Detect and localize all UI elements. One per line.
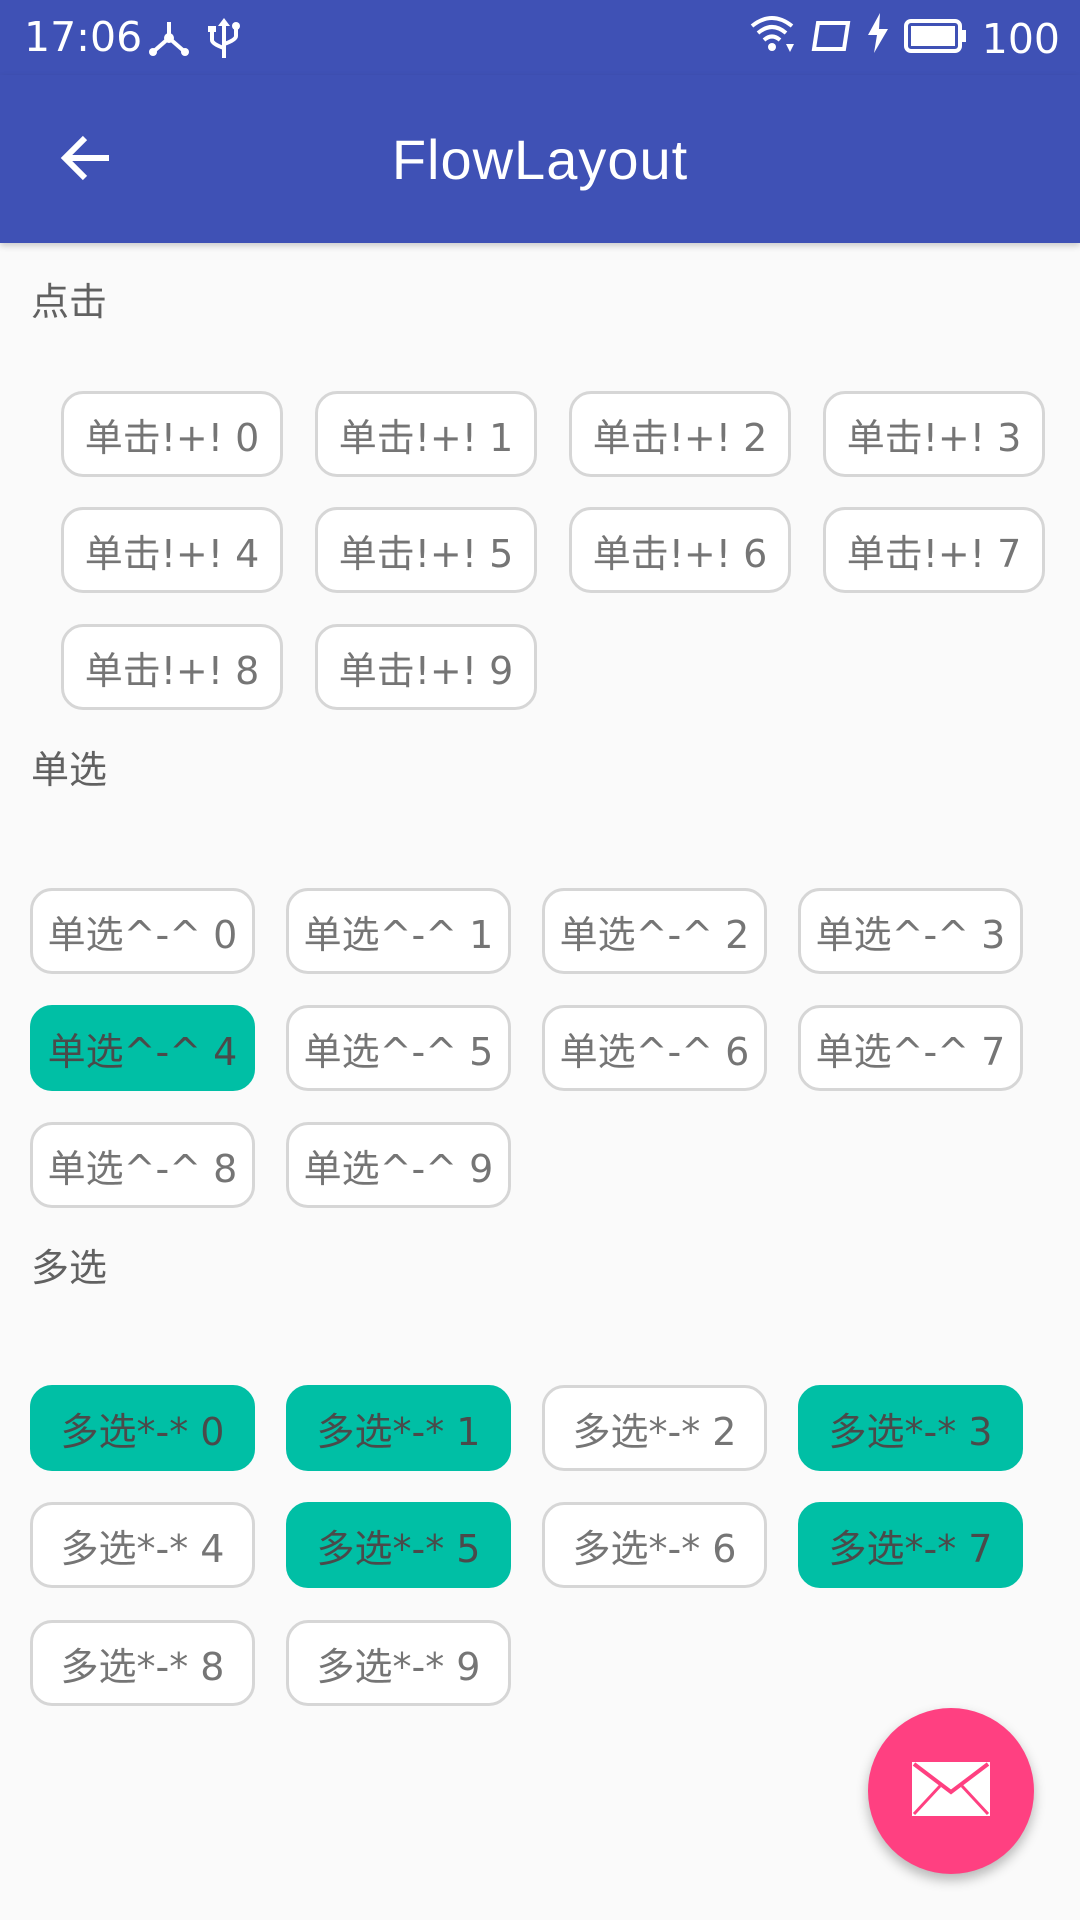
status-icons-left <box>148 18 240 64</box>
section-label-click: 点击 <box>31 280 108 324</box>
app-title: FlowLayout <box>391 127 689 191</box>
screen-rotation-icon <box>810 14 852 64</box>
app-bar: FlowLayout <box>0 75 1080 243</box>
click-chip[interactable]: 单击!+! 1 <box>315 391 537 477</box>
single-choice-chip[interactable]: 单选^-^ 5 <box>286 1005 511 1091</box>
status-bar: 17:06 100 <box>0 0 1080 75</box>
wifi-icon <box>748 12 796 65</box>
click-chip[interactable]: 单击!+! 2 <box>569 391 791 477</box>
click-chip[interactable]: 单击!+! 6 <box>569 507 791 593</box>
single-choice-chip[interactable]: 单选^-^ 9 <box>286 1122 511 1208</box>
single-choice-chip[interactable]: 单选^-^ 7 <box>798 1005 1023 1091</box>
battery-icon <box>903 14 968 64</box>
click-chip[interactable]: 单击!+! 5 <box>315 507 537 593</box>
click-chip[interactable]: 单击!+! 3 <box>823 391 1045 477</box>
multi-choice-chip-selected[interactable]: 多选*-* 7 <box>798 1502 1023 1588</box>
single-choice-chip[interactable]: 单选^-^ 0 <box>30 888 255 974</box>
usb-icon <box>208 18 240 64</box>
multi-choice-chip-selected[interactable]: 多选*-* 3 <box>798 1385 1023 1471</box>
single-choice-chip[interactable]: 单选^-^ 6 <box>542 1005 767 1091</box>
multi-choice-chip[interactable]: 多选*-* 6 <box>542 1502 767 1588</box>
battery-level: 100 <box>981 14 1060 63</box>
single-choice-chip-selected[interactable]: 单选^-^ 4 <box>30 1005 255 1091</box>
multi-choice-chip[interactable]: 多选*-* 2 <box>542 1385 767 1471</box>
multi-choice-chip[interactable]: 多选*-* 8 <box>30 1620 255 1706</box>
section-label-single: 单选 <box>31 748 108 792</box>
status-icons-right: 100 <box>748 12 1060 65</box>
click-chip[interactable]: 单击!+! 7 <box>823 507 1045 593</box>
multi-choice-chip[interactable]: 多选*-* 9 <box>286 1620 511 1706</box>
mail-icon <box>912 1762 990 1820</box>
multi-choice-chip-selected[interactable]: 多选*-* 5 <box>286 1502 511 1588</box>
single-choice-chip[interactable]: 单选^-^ 1 <box>286 888 511 974</box>
multi-choice-chip-selected[interactable]: 多选*-* 0 <box>30 1385 255 1471</box>
single-choice-chip[interactable]: 单选^-^ 2 <box>542 888 767 974</box>
single-choice-chip[interactable]: 单选^-^ 8 <box>30 1122 255 1208</box>
arrow-back-icon <box>59 134 111 186</box>
click-chip[interactable]: 单击!+! 0 <box>61 391 283 477</box>
click-chip[interactable]: 单击!+! 8 <box>61 624 283 710</box>
section-label-multi: 多选 <box>31 1246 108 1290</box>
network-share-icon <box>148 18 190 64</box>
status-time: 17:06 <box>24 13 143 61</box>
click-chip[interactable]: 单击!+! 9 <box>315 624 537 710</box>
back-button[interactable] <box>40 120 130 200</box>
single-choice-chip[interactable]: 单选^-^ 3 <box>798 888 1023 974</box>
fab-button[interactable] <box>868 1708 1034 1874</box>
multi-choice-chip-selected[interactable]: 多选*-* 1 <box>286 1385 511 1471</box>
click-chip[interactable]: 单击!+! 4 <box>61 507 283 593</box>
charging-bolt-icon <box>866 13 890 64</box>
multi-choice-chip[interactable]: 多选*-* 4 <box>30 1502 255 1588</box>
